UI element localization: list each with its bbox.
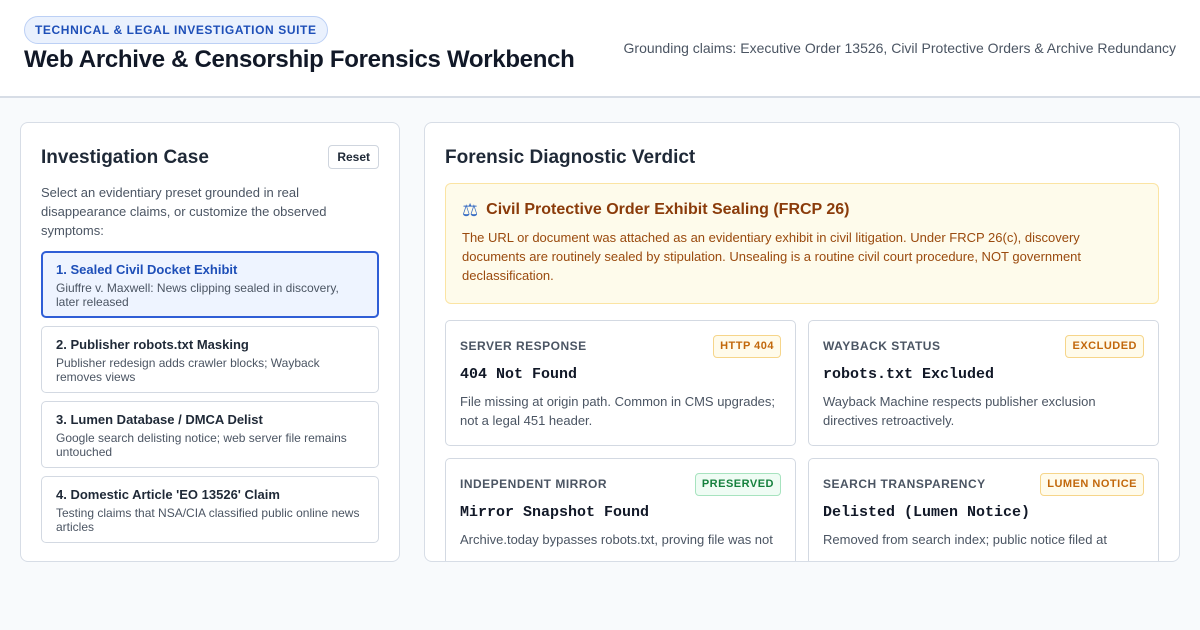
preset-title: 4. Domestic Article 'EO 13526' Claim <box>56 487 280 502</box>
case-intro: Select an evidentiary preset grounded in… <box>41 185 327 238</box>
suite-badge: TECHNICAL & LEGAL INVESTIGATION SUITE <box>24 16 328 44</box>
panel-title: Investigation Case <box>41 147 209 168</box>
investigation-case-panel: Investigation Case Reset Select an evide… <box>20 122 400 562</box>
search-transparency-card: SEARCH TRANSPARENCY LUMEN NOTICE Deliste… <box>808 458 1159 561</box>
card-label: SERVER RESPONSE <box>460 339 587 353</box>
status-badge: HTTP 404 <box>713 335 781 358</box>
card-desc: Removed from search index; public notice… <box>823 532 1107 547</box>
card-value: 404 Not Found <box>460 366 578 383</box>
scales-icon: ⚖ <box>462 200 479 220</box>
card-desc: File missing at origin path. Common in C… <box>460 394 776 428</box>
card-label: WAYBACK STATUS <box>823 339 941 353</box>
status-badge: PRESERVED <box>694 473 781 496</box>
preset-sealed-docket[interactable]: 1. Sealed Civil Docket Exhibit Giuffre v… <box>41 251 379 318</box>
card-label: INDEPENDENT MIRROR <box>460 477 608 491</box>
card-label: SEARCH TRANSPARENCY <box>823 477 986 491</box>
card-value: robots.txt Excluded <box>823 366 995 383</box>
card-desc: Archive.today bypasses robots.txt, provi… <box>460 532 773 547</box>
preset-list: 1. Sealed Civil Docket Exhibit Giuffre v… <box>41 251 379 551</box>
preset-title: 3. Lumen Database / DMCA Delist <box>56 412 263 427</box>
app-title: Web Archive & Censorship Forensics Workb… <box>24 46 575 73</box>
independent-mirror-card: INDEPENDENT MIRROR PRESERVED Mirror Snap… <box>445 458 796 561</box>
preset-desc: Testing claims that NSA/CIA classified p… <box>56 506 360 534</box>
verdict-panel: Forensic Diagnostic Verdict ⚖ Civil Prot… <box>424 122 1180 562</box>
preset-title: 1. Sealed Civil Docket Exhibit <box>56 262 238 277</box>
preset-robots-masking[interactable]: 2. Publisher robots.txt Masking Publishe… <box>41 326 379 393</box>
grounding-claims: Grounding claims: Executive Order 13526,… <box>623 40 1176 56</box>
card-value: Mirror Snapshot Found <box>460 504 650 521</box>
preset-lumen-delist[interactable]: 3. Lumen Database / DMCA Delist Google s… <box>41 401 379 468</box>
wayback-status-card: WAYBACK STATUS EXCLUDED robots.txt Exclu… <box>808 320 1159 446</box>
alert-title: Civil Protective Order Exhibit Sealing (… <box>486 201 850 218</box>
app-header: TECHNICAL & LEGAL INVESTIGATION SUITE We… <box>0 0 1200 98</box>
status-badge: EXCLUDED <box>1065 335 1144 358</box>
preset-desc: Giuffre v. Maxwell: News clipping sealed… <box>56 281 339 309</box>
alert-body: The URL or document was attached as an e… <box>462 230 1082 283</box>
card-desc: Wayback Machine respects publisher exclu… <box>823 394 1096 428</box>
preset-desc: Google search delisting notice; web serv… <box>56 431 347 459</box>
card-value: Delisted (Lumen Notice) <box>823 504 1031 521</box>
preset-title: 2. Publisher robots.txt Masking <box>56 337 249 352</box>
preset-eo-claim[interactable]: 4. Domestic Article 'EO 13526' Claim Tes… <box>41 476 379 543</box>
verdict-alert: ⚖ Civil Protective Order Exhibit Sealing… <box>445 183 1159 304</box>
status-badge: LUMEN NOTICE <box>1040 473 1144 496</box>
panel-title: Forensic Diagnostic Verdict <box>445 147 696 168</box>
preset-desc: Publisher redesign adds crawler blocks; … <box>56 356 320 384</box>
server-response-card: SERVER RESPONSE HTTP 404 404 Not Found F… <box>445 320 796 446</box>
reset-button[interactable]: Reset <box>328 145 379 169</box>
